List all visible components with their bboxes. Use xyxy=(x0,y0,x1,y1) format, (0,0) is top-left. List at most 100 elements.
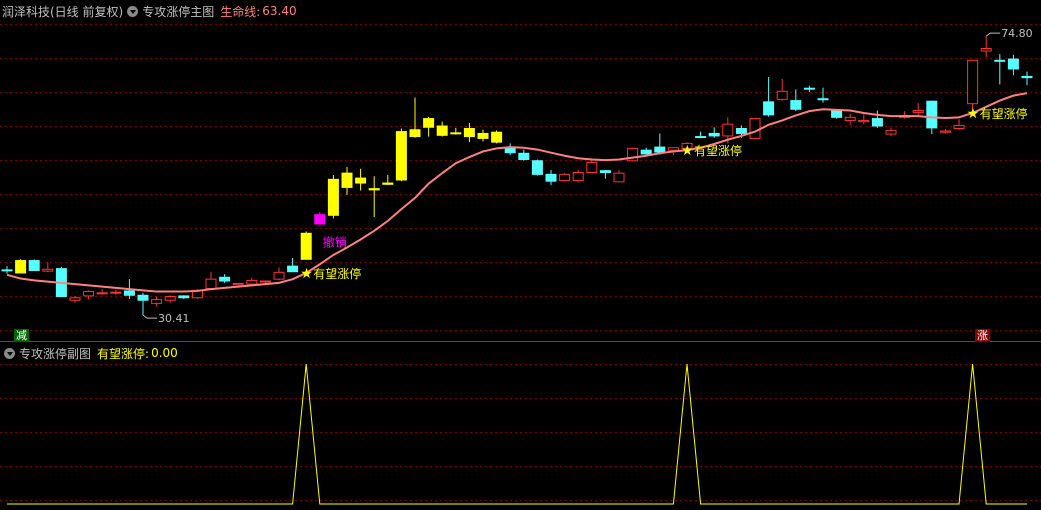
candle-body xyxy=(395,131,407,181)
candle-body xyxy=(382,182,394,185)
candle xyxy=(763,77,775,117)
candle-body xyxy=(722,123,734,137)
candle xyxy=(531,159,543,176)
candle-body xyxy=(531,160,543,175)
candle-body xyxy=(735,128,747,134)
min-price-label: 30.41 xyxy=(158,312,190,325)
candle-body xyxy=(259,280,271,283)
candle-body xyxy=(695,136,707,139)
candle-body xyxy=(123,290,135,296)
signal-annotation: 有望涨停 xyxy=(694,143,742,158)
candle xyxy=(586,160,598,174)
candle-body xyxy=(42,268,54,272)
candle-body xyxy=(844,116,856,121)
candle xyxy=(1021,71,1033,86)
max-pointer xyxy=(985,32,1001,37)
candle xyxy=(980,36,992,58)
candle xyxy=(273,267,285,281)
candle-body xyxy=(355,177,367,184)
candle xyxy=(545,170,557,185)
candle-body xyxy=(463,128,475,138)
candle-body xyxy=(559,173,571,182)
candle-body xyxy=(518,152,530,161)
candle xyxy=(15,259,27,274)
candle xyxy=(912,103,924,117)
signal-line xyxy=(7,363,1027,505)
candle xyxy=(423,116,435,137)
signal-chart[interactable] xyxy=(0,342,1041,510)
candle-body xyxy=(341,172,353,188)
candle xyxy=(817,87,829,103)
candle-body xyxy=(178,295,190,299)
candle-body xyxy=(654,146,666,153)
candle-body xyxy=(858,119,870,123)
candle-body xyxy=(613,172,625,183)
candle xyxy=(572,170,584,183)
signal-annotation: 有望涨停 xyxy=(980,106,1028,121)
candle-body xyxy=(803,87,815,90)
candle xyxy=(640,147,652,155)
candle-body xyxy=(572,172,584,182)
candle-body xyxy=(96,292,108,295)
candle-body xyxy=(871,118,883,127)
candle xyxy=(382,175,394,185)
candle xyxy=(219,274,231,283)
candle xyxy=(42,262,54,273)
signal-annotation: 有望涨停 xyxy=(313,266,361,281)
candle xyxy=(899,111,911,119)
candle-body xyxy=(504,147,516,154)
main-chart-panel: 润泽科技(日线 前复权) 专攻涨停主图 生命线: 63.40 ★ 有望涨停 ★ 有望涨… xyxy=(0,0,1041,342)
candle-body xyxy=(1,269,13,272)
candle xyxy=(871,110,883,128)
candle xyxy=(613,170,625,183)
candle xyxy=(28,259,40,271)
candle-body xyxy=(776,90,788,100)
candle-body xyxy=(953,124,965,130)
candle-body xyxy=(967,59,979,105)
candle-body xyxy=(450,132,462,135)
candle-body xyxy=(232,283,244,286)
candle xyxy=(314,212,326,225)
candle-body xyxy=(15,260,27,274)
candle-body xyxy=(423,118,435,128)
candle xyxy=(953,119,965,130)
candle xyxy=(790,89,802,112)
candle-body xyxy=(980,48,992,52)
candle xyxy=(477,129,489,142)
candle-body xyxy=(409,129,421,138)
candle xyxy=(518,149,530,161)
candle-body xyxy=(436,125,448,136)
candle xyxy=(300,231,312,260)
candle xyxy=(654,133,666,155)
candle xyxy=(178,295,190,299)
candle xyxy=(205,271,217,290)
candle xyxy=(287,258,299,273)
sub-chart-panel: 专攻涨停副图 有望涨停: 0.00 xyxy=(0,342,1041,510)
candle xyxy=(341,166,353,195)
candle xyxy=(559,173,571,182)
candle-body xyxy=(749,118,761,139)
candle xyxy=(327,175,339,219)
candle-body xyxy=(69,297,81,301)
candle xyxy=(695,131,707,139)
candle xyxy=(708,127,720,138)
candle-body xyxy=(273,271,285,280)
candle-body xyxy=(1007,58,1019,70)
candle-body xyxy=(599,170,611,174)
candle xyxy=(355,168,367,191)
candle-body xyxy=(708,132,720,137)
candle xyxy=(627,147,639,162)
max-price-label: 74.80 xyxy=(1001,27,1032,40)
candle xyxy=(776,78,788,101)
star-marker: ★ xyxy=(967,106,980,122)
candle xyxy=(232,282,244,286)
candle-body xyxy=(219,276,231,282)
candlestick-chart[interactable]: ★ 有望涨停★ 有望涨停★ 有望涨停撤销74.8030.41 xyxy=(0,0,1041,342)
candle xyxy=(463,122,475,143)
candle xyxy=(844,113,856,125)
candle-body xyxy=(926,100,938,129)
candle xyxy=(450,127,462,135)
candle-body xyxy=(287,265,299,273)
candle-body xyxy=(314,214,326,225)
candle xyxy=(1007,54,1019,76)
